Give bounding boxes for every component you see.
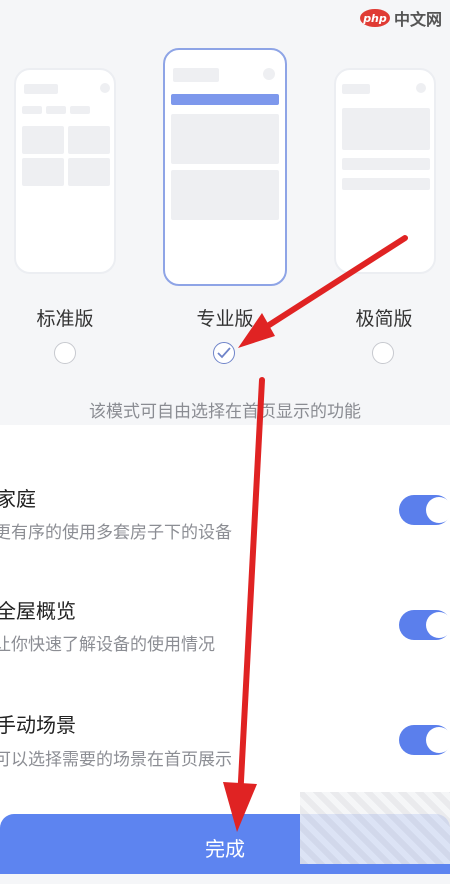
manual-scene-toggle[interactable] xyxy=(399,725,450,755)
preview-block xyxy=(342,178,430,190)
preview-block xyxy=(22,158,64,186)
preview-avatar xyxy=(100,83,110,93)
preview-block xyxy=(24,84,58,94)
mode-description: 该模式可自由选择在首页显示的功能 xyxy=(89,402,361,422)
watermark-text: 中文网 xyxy=(393,10,442,29)
preview-block xyxy=(46,106,66,114)
mode-label-pro: 专业版 xyxy=(196,308,254,330)
preview-block xyxy=(68,158,110,186)
preview-block xyxy=(70,106,90,114)
radio-minimal[interactable] xyxy=(372,342,394,364)
radio-pro[interactable] xyxy=(213,342,235,364)
mode-selector-area: php 中文网 标准版 专业版 极简版 该模式可自由选择在首页显示的功能 xyxy=(0,0,450,425)
preview-highlight xyxy=(171,94,279,105)
check-icon xyxy=(217,347,231,359)
setting-subtitle: 可以选择需要的场景在首页展示 xyxy=(0,750,232,770)
watermark: php 中文网 xyxy=(359,6,442,30)
setting-subtitle: 更有序的使用多套房子下的设备 xyxy=(0,523,232,543)
family-toggle[interactable] xyxy=(399,495,450,525)
preview-card xyxy=(171,170,279,220)
setting-subtitle: 让你快速了解设备的使用情况 xyxy=(0,635,215,655)
preview-block xyxy=(173,68,219,82)
minimal-mode-preview[interactable] xyxy=(334,68,436,274)
standard-mode-preview[interactable] xyxy=(14,68,116,274)
preview-block xyxy=(68,126,110,154)
mode-label-minimal: 极简版 xyxy=(355,308,413,330)
preview-block xyxy=(22,126,64,154)
mosaic-watermark xyxy=(300,792,450,864)
toggle-knob xyxy=(426,497,450,523)
preview-card xyxy=(171,114,279,164)
toggle-knob xyxy=(426,727,450,753)
preview-card xyxy=(342,108,430,150)
overview-toggle[interactable] xyxy=(399,610,450,640)
preview-block xyxy=(342,84,370,94)
preview-block xyxy=(22,106,42,114)
preview-avatar xyxy=(416,83,426,93)
preview-avatar xyxy=(263,68,275,80)
radio-standard[interactable] xyxy=(54,342,76,364)
setting-title: 手动场景 xyxy=(0,713,76,737)
mode-label-standard: 标准版 xyxy=(36,308,94,330)
setting-title: 家庭 xyxy=(0,487,36,511)
setting-title: 全屋概览 xyxy=(0,599,76,623)
pro-mode-preview[interactable] xyxy=(163,48,287,286)
toggle-knob xyxy=(426,612,450,638)
preview-block xyxy=(342,158,430,170)
watermark-badge: php xyxy=(359,9,390,27)
